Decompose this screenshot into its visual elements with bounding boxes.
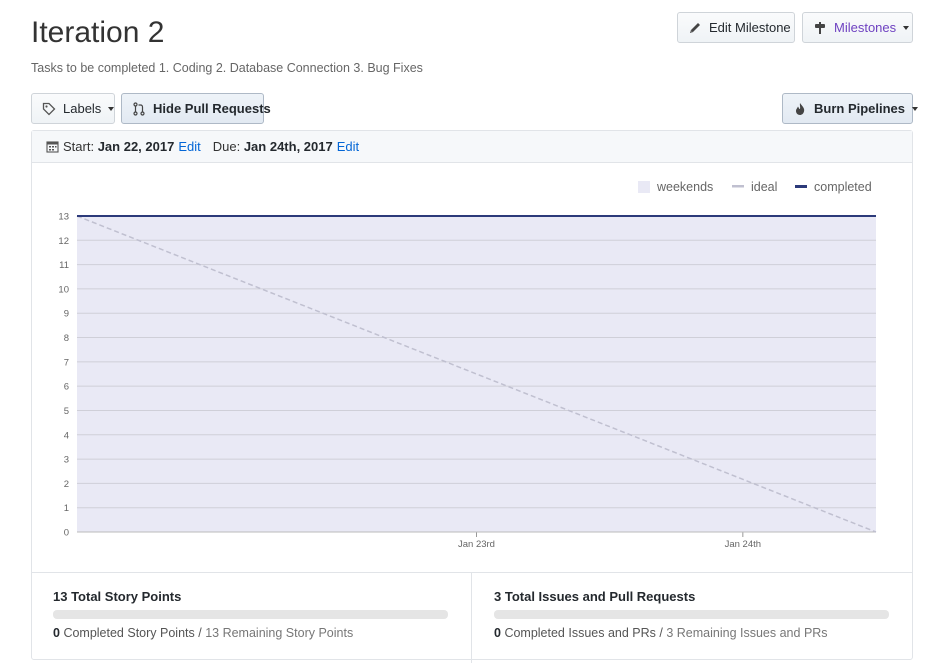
story-points-title: 13 Total Story Points: [53, 589, 182, 604]
chevron-down-icon: [903, 25, 910, 30]
separator: /: [659, 626, 663, 640]
edit-due-date-link[interactable]: Edit: [337, 139, 359, 154]
story-points-completed-count: 0: [53, 626, 60, 640]
issues-completed-label: Completed Issues and PRs: [504, 626, 656, 640]
labels-dropdown[interactable]: Labels: [31, 93, 115, 124]
legend-swatch-completed: [795, 185, 807, 188]
page-title: Iteration 2: [31, 16, 165, 49]
issues-remaining: 3 Remaining Issues and PRs: [666, 626, 828, 640]
story-points-stat: 13 Total Story Points 0 Completed Story …: [31, 573, 472, 663]
edit-start-date-link[interactable]: Edit: [178, 139, 200, 154]
issues-completed-count: 0: [494, 626, 501, 640]
due-date: Jan 24th, 2017: [243, 139, 333, 154]
pencil-icon: [688, 21, 702, 35]
milestones-label: Milestones: [834, 20, 897, 35]
y-tick-label: 5: [64, 406, 69, 417]
story-points-completed-label: Completed Story Points: [63, 626, 195, 640]
burn-pipelines-label: Burn Pipelines: [814, 101, 906, 116]
y-tick-label: 12: [58, 236, 69, 247]
y-tick-label: 3: [64, 455, 69, 466]
story-points-progress-bar: [53, 610, 448, 619]
milestone-icon: [813, 21, 827, 35]
git-pull-request-icon: [132, 101, 146, 116]
milestone-dates-bar: Start: Jan 22, 2017 Edit Due: Jan 24th, …: [32, 131, 912, 163]
start-label: Start:: [63, 139, 95, 154]
hide-pull-requests-button[interactable]: Hide Pull Requests: [121, 93, 271, 124]
legend-label-ideal: ideal: [751, 180, 777, 194]
hide-pull-requests-label: Hide Pull Requests: [153, 101, 271, 116]
legend-swatch-weekends: [638, 181, 650, 193]
issues-summary: 0 Completed Issues and PRs / 3 Remaining…: [494, 626, 828, 640]
tag-icon: [42, 102, 56, 116]
y-tick-label: 8: [64, 333, 69, 344]
separator: /: [198, 626, 202, 640]
start-date: Jan 22, 2017: [97, 139, 175, 154]
x-tick-label: Jan 23rd: [458, 539, 495, 550]
y-tick-label: 6: [64, 382, 69, 393]
y-tick-label: 10: [58, 284, 69, 295]
y-tick-label: 9: [64, 309, 69, 320]
y-tick-label: 11: [59, 260, 69, 271]
burndown-chart: 012345678910111213Jan 23rd Jan 24thweeken…: [58, 180, 877, 550]
calendar-icon: [46, 140, 59, 153]
labels-label: Labels: [63, 101, 102, 116]
milestones-dropdown[interactable]: Milestones: [802, 12, 913, 43]
burn-pipelines-dropdown[interactable]: Burn Pipelines: [782, 93, 919, 124]
y-tick-label: 4: [64, 430, 69, 441]
story-points-remaining: 13 Remaining Story Points: [205, 626, 354, 640]
legend-label-weekends: weekends: [656, 180, 713, 194]
y-tick-label: 0: [64, 528, 69, 539]
issues-title: 3 Total Issues and Pull Requests: [494, 589, 696, 604]
y-tick-label: 2: [64, 479, 69, 490]
milestone-description: Tasks to be completed 1. Coding 2. Datab…: [31, 61, 423, 75]
edit-milestone-label: Edit Milestone: [709, 20, 791, 35]
chevron-down-icon: [108, 106, 115, 111]
stats-section: 13 Total Story Points 0 Completed Story …: [31, 572, 913, 663]
legend-label-completed: completed: [814, 180, 872, 194]
y-tick-label: 7: [64, 357, 69, 368]
edit-milestone-button[interactable]: Edit Milestone: [677, 12, 795, 43]
issues-stat: 3 Total Issues and Pull Requests 0 Compl…: [472, 573, 913, 663]
chevron-down-icon: [912, 106, 919, 111]
story-points-summary: 0 Completed Story Points / 13 Remaining …: [53, 626, 353, 640]
issues-progress-bar: [494, 610, 889, 619]
y-tick-label: 13: [58, 212, 69, 223]
x-tick-label: Jan 24th: [725, 539, 761, 550]
y-tick-label: 1: [64, 503, 69, 514]
legend-swatch-ideal: [732, 185, 744, 188]
flame-icon: [793, 102, 807, 116]
due-label: Due:: [212, 139, 241, 154]
